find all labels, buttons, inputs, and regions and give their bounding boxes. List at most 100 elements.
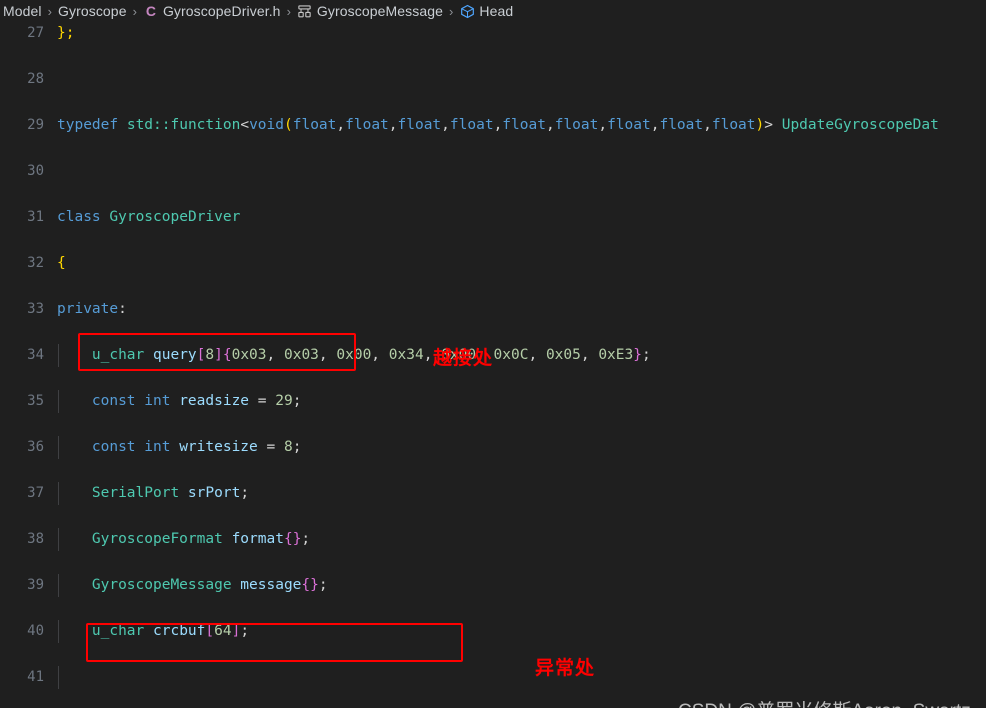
csdn-watermark: CSDN @普罗米修斯Aaron_Swartz	[678, 696, 971, 708]
breadcrumb-separator: ›	[286, 3, 291, 19]
code-token: ,	[703, 117, 712, 133]
code-token: UpdateGyroscopeDat	[772, 117, 939, 133]
code-token: void	[249, 117, 284, 133]
code-token: <	[240, 117, 250, 133]
breadcrumb-item-model[interactable]: Model	[2, 3, 43, 19]
code-line[interactable]: 32 {	[0, 252, 986, 275]
code-token: writesize	[179, 439, 258, 455]
code-token: ;	[292, 439, 302, 455]
code-token: float	[711, 117, 756, 133]
code-line-text: class GyroscopeDriver	[57, 206, 240, 229]
code-token: ,	[441, 117, 450, 133]
line-number: 29	[27, 117, 44, 133]
code-token: float	[397, 117, 442, 133]
breadcrumb-item-gyroscopemessage[interactable]: GyroscopeMessage	[296, 3, 444, 19]
indent-guide	[58, 666, 59, 689]
line-number: 35	[27, 393, 44, 409]
code-token: float	[449, 117, 494, 133]
code-line[interactable]: 31 class GyroscopeDriver	[0, 206, 986, 229]
code-line-text: SerialPort srPort;	[92, 482, 249, 505]
code-token: typedef	[57, 117, 127, 133]
indent-guide	[58, 528, 59, 551]
code-line[interactable]: 35 const int readsize = 29;	[0, 390, 986, 413]
line-number: 40	[27, 623, 44, 639]
code-token: ,	[266, 347, 284, 363]
code-token: ,	[528, 347, 546, 363]
code-token: 8	[283, 439, 293, 455]
struct-icon	[297, 3, 313, 19]
breadcrumb-item-head[interactable]: Head	[458, 3, 514, 19]
code-token: ,	[598, 117, 608, 133]
code-line[interactable]: 40 u_char crcbuf[64];	[0, 620, 986, 643]
breadcrumb-item-label: Gyroscope	[57, 3, 127, 19]
code-token: u_char	[91, 347, 145, 363]
breadcrumb-item-gyroscope[interactable]: Gyroscope	[57, 3, 128, 19]
code-token: GyroscopeMessage	[91, 577, 232, 593]
code-token: ,	[336, 117, 346, 133]
code-line-text: {	[57, 252, 66, 275]
line-number: 36	[27, 439, 44, 455]
code-token: ;	[318, 577, 328, 593]
line-number: 30	[27, 163, 44, 179]
line-number: 28	[27, 71, 44, 87]
code-token: {	[301, 577, 311, 593]
annotation-label-connection: 越接处	[433, 347, 494, 369]
line-number: 27	[27, 25, 44, 41]
code-token: float	[554, 117, 599, 133]
code-token: float	[345, 117, 389, 133]
code-token: float	[607, 117, 651, 133]
code-token: 0x0C	[493, 347, 529, 363]
code-token: private	[57, 301, 119, 317]
code-token: ,	[545, 117, 555, 133]
code-token: ,	[580, 347, 599, 363]
code-token: format	[231, 531, 284, 547]
line-number: 31	[27, 209, 44, 225]
code-line[interactable]: 37 SerialPort srPort;	[0, 482, 986, 505]
code-token: GyroscopeDriver	[109, 209, 241, 225]
code-token: ;	[240, 623, 250, 639]
code-line[interactable]: 41	[0, 666, 986, 689]
code-line[interactable]: 36 const int writesize = 8;	[0, 436, 986, 459]
code-token: 64	[214, 623, 232, 639]
code-line[interactable]: 30	[0, 160, 986, 183]
breadcrumb-separator: ›	[47, 3, 52, 19]
code-token: u_char	[91, 623, 145, 639]
code-token: ,	[388, 117, 398, 133]
breadcrumb-item-label: Head	[479, 3, 514, 19]
code-token: 0x34	[388, 347, 424, 363]
code-editor[interactable]: 27}; 28 29 typedef std::function<void(float…	[0, 22, 986, 708]
code-line-text: u_char query[8]{0x03, 0x03, 0x00, 0x34, …	[92, 344, 651, 367]
line-number: 39	[27, 577, 44, 593]
code-line-text: GyroscopeFormat format{};	[92, 528, 310, 551]
code-line[interactable]: 39 GyroscopeMessage message{};	[0, 574, 986, 597]
code-line-text: GyroscopeMessage message{};	[92, 574, 328, 597]
code-token: [	[205, 623, 215, 639]
breadcrumb-item-label: GyroscopeMessage	[316, 3, 444, 19]
code-line[interactable]: 33 private:	[0, 298, 986, 321]
breadcrumb-item-gyroscopedriver-h[interactable]: C GyroscopeDriver.h	[142, 3, 282, 19]
breadcrumb: Model › Gyroscope › C GyroscopeDriver.h › Gyros…	[0, 0, 986, 22]
code-token: float	[502, 117, 546, 133]
code-token: ]	[214, 347, 223, 363]
code-token: ,	[493, 117, 503, 133]
code-token: 0xE3	[598, 347, 634, 363]
code-line[interactable]: 28	[0, 68, 986, 91]
line-number: 34	[27, 347, 44, 363]
line-number: 32	[27, 255, 44, 271]
code-token: :	[118, 301, 127, 317]
code-token: srPort	[187, 485, 241, 501]
code-token: ,	[371, 347, 389, 363]
indent-guide	[58, 574, 59, 597]
code-line-text: const int writesize = 8;	[92, 436, 302, 459]
code-token: ;	[292, 393, 302, 409]
code-line[interactable]: 38 GyroscopeFormat format{};	[0, 528, 986, 551]
line-number: 33	[27, 301, 44, 317]
code-line[interactable]: 29 typedef std::function<void(float,float…	[0, 114, 986, 137]
code-line[interactable]: 27};	[0, 22, 986, 45]
code-token: float	[292, 117, 337, 133]
annotation-label-exception: 异常处	[535, 657, 596, 679]
code-token: 29	[275, 393, 293, 409]
code-token: GyroscopeFormat	[91, 531, 223, 547]
